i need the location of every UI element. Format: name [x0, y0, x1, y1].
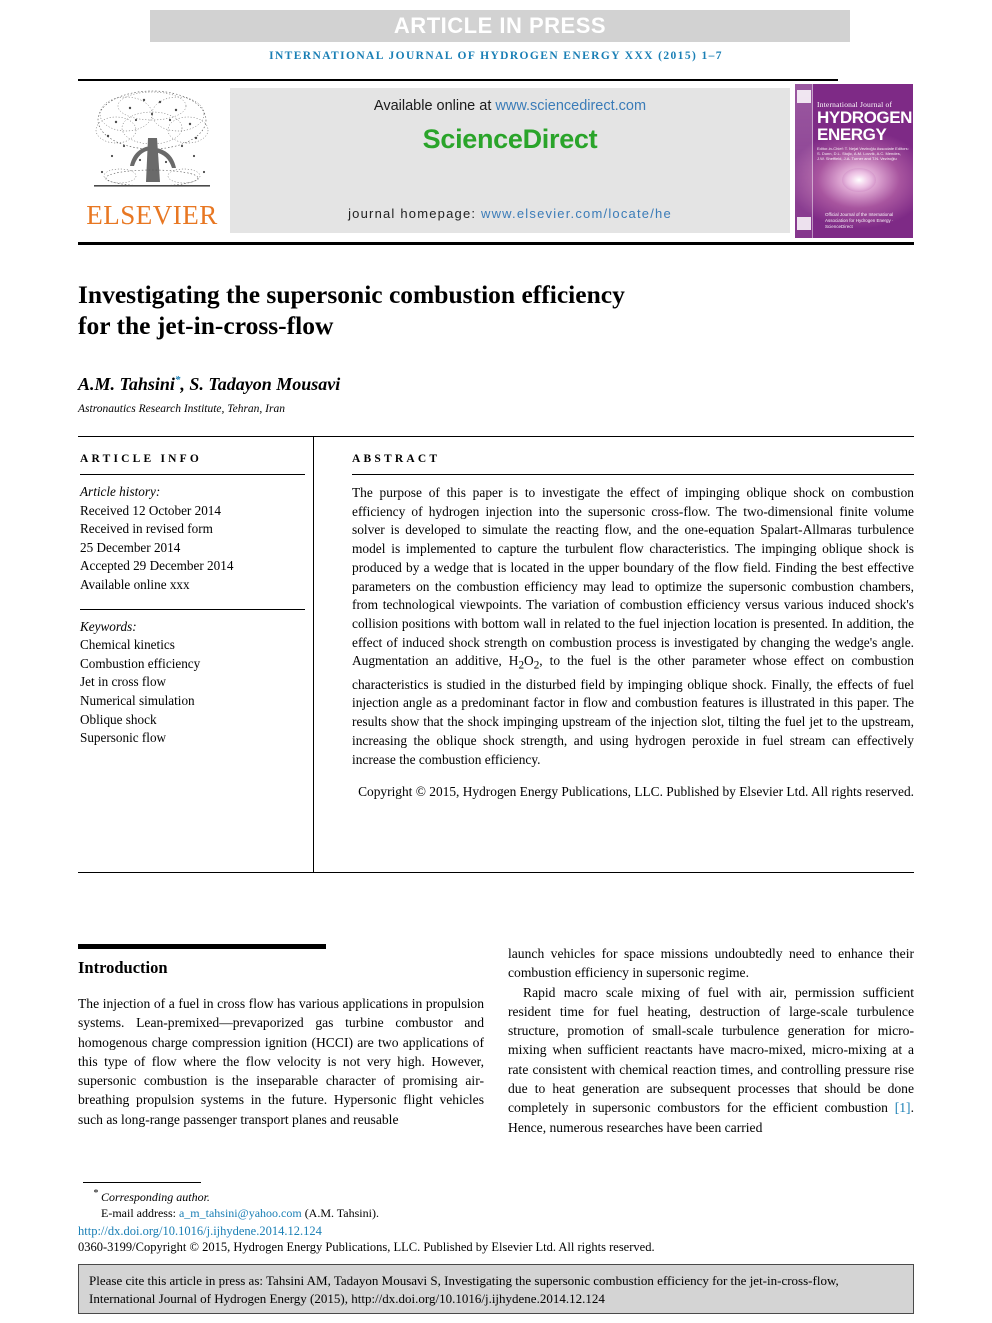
author-primary: A.M. Tahsini — [78, 374, 175, 394]
journal-reference-line: INTERNATIONAL JOURNAL OF HYDROGEN ENERGY… — [269, 50, 723, 62]
elsevier-tree-icon — [94, 90, 210, 187]
sciencedirect-url-link[interactable]: www.sciencedirect.com — [495, 98, 646, 114]
author-list: A.M. Tahsini*, S. Tadayon Mousavi — [78, 374, 818, 395]
introduction-paragraph-left: The injection of a fuel in cross flow ha… — [78, 996, 484, 1127]
abstract-text: The purpose of this paper is to investig… — [352, 484, 914, 769]
masthead-bottom-rule — [78, 242, 914, 245]
citation-link-1[interactable]: [1] — [895, 1100, 911, 1115]
info-abstract-divider — [313, 436, 314, 873]
email-link[interactable]: a_m_tahsini@yahoo.com — [179, 1206, 302, 1220]
masthead: ELSEVIER Available online at www.science… — [78, 84, 914, 238]
history-item-accepted: Accepted 29 December 2014 — [80, 558, 234, 574]
footnote-block: * Corresponding author. E-mail address: … — [83, 1186, 783, 1221]
doi-link[interactable]: http://dx.doi.org/10.1016/j.ijhydene.201… — [78, 1224, 878, 1239]
journal-cover-thumbnail[interactable]: International Journal of HYDROGEN ENERGY… — [795, 84, 913, 238]
keyword-item: Oblique shock — [80, 711, 157, 727]
cover-footer-note: Official Journal of the International As… — [825, 212, 894, 229]
sciencedirect-logo[interactable]: ScienceDirect — [230, 124, 790, 155]
keywords-rule — [80, 608, 305, 610]
keyword-item: Chemical kinetics — [80, 637, 175, 653]
formula-h: H — [508, 653, 519, 669]
abstract-column: ABSTRACT The purpose of this paper is to… — [352, 453, 914, 815]
cover-main-title: HYDROGEN ENERGY — [817, 108, 913, 144]
issn-copyright-line: 0360-3199/Copyright © 2015, Hydrogen Ene… — [78, 1240, 655, 1254]
keywords-label: Keywords: — [80, 618, 137, 634]
introduction-heading: Introduction — [78, 958, 168, 977]
history-item-revised-form: Received in revised form — [80, 521, 213, 537]
elsevier-wordmark: ELSEVIER — [86, 200, 218, 230]
article-in-press-label: ARTICLE IN PRESS — [393, 13, 607, 38]
info-section-top-rule — [78, 436, 914, 437]
paper-title-line1: Investigating the supersonic combustion … — [78, 280, 625, 310]
article-info-column: ARTICLE INFO Article history: Received 1… — [80, 453, 305, 748]
introduction-paragraph-right-2: Rapid macro scale mixing of fuel with ai… — [508, 983, 914, 1137]
journal-homepage-prefix: journal homepage: — [348, 206, 481, 221]
keyword-item: Numerical simulation — [80, 692, 195, 708]
introduction-section-bar — [78, 944, 326, 949]
available-online-line: Available online at www.sciencedirect.co… — [230, 98, 790, 114]
iahe-logo-top-icon — [797, 90, 811, 103]
email-suffix: (A.M. Tahsini). — [301, 1205, 379, 1220]
article-info-heading: ARTICLE INFO — [80, 453, 203, 465]
abstract-rule — [352, 474, 914, 475]
history-item-revised-date: 25 December 2014 — [80, 539, 181, 555]
iahe-logo-bottom-icon — [797, 217, 811, 230]
intro-right-text-a: Rapid macro scale mixing of fuel with ai… — [508, 984, 914, 1116]
abstract-heading: ABSTRACT — [352, 453, 441, 465]
available-online-prefix: Available online at — [373, 98, 496, 114]
formula-o: O — [524, 653, 534, 669]
footnote-rule — [83, 1182, 201, 1183]
please-cite-text: Please cite this article in press as: Ta… — [89, 1273, 839, 1306]
abstract-part-2: , to the fuel is the other parameter who… — [352, 653, 914, 767]
corresponding-author-text: Corresponding author. — [101, 1190, 210, 1204]
body-column-right: launch vehicles for space missions undou… — [508, 944, 914, 1137]
keyword-item: Jet in cross flow — [80, 674, 167, 690]
history-item-available-online: Available online xxx — [80, 576, 190, 592]
article-history-label: Article history: — [80, 484, 161, 499]
article-info-rule — [80, 474, 305, 475]
page-title: Investigating the supersonic combustion … — [78, 279, 818, 341]
keyword-item: Combustion efficiency — [80, 655, 201, 671]
article-in-press-banner: ARTICLE IN PRESS — [150, 10, 850, 42]
abstract-copyright: Copyright © 2015, Hydrogen Energy Public… — [358, 783, 914, 799]
corresponding-author-star: * — [93, 1188, 98, 1199]
paper-title-line2: for the jet-in-cross-flow — [78, 311, 334, 341]
body-column-left: Introduction The injection of a fuel in … — [78, 944, 484, 1129]
corresponding-author-note: * Corresponding author. — [83, 1186, 783, 1206]
article-history-block: Article history: Received 12 October 201… — [80, 483, 305, 595]
cover-left-strip — [795, 84, 813, 238]
info-section-bottom-rule — [78, 872, 914, 873]
cover-title-hydrogen: HYDROGEN — [817, 108, 913, 127]
history-item-received: Received 12 October 2014 — [80, 502, 221, 518]
abstract-part-1: The purpose of this paper is to investig… — [352, 485, 914, 669]
keyword-item: Supersonic flow — [80, 730, 167, 746]
cover-title-energy: ENERGY — [817, 125, 887, 144]
sciencedirect-banner: Available online at www.sciencedirect.co… — [230, 88, 790, 233]
cover-glow-decoration — [842, 168, 876, 192]
masthead-top-rule — [78, 79, 838, 81]
email-label: E-mail address: — [101, 1205, 179, 1220]
keywords-block: Keywords: Chemical kinetics Combustion e… — [80, 618, 305, 748]
please-cite-box: Please cite this article in press as: Ta… — [78, 1264, 914, 1314]
email-address-row: E-mail address: a_m_tahsini@yahoo.com (A… — [83, 1206, 783, 1222]
author-secondary: , S. Tadayon Mousavi — [180, 374, 341, 394]
cover-editors-text: Editor-in-Chief: T. Nejat Veziroğlu Asso… — [817, 146, 909, 161]
elsevier-logo: ELSEVIER — [78, 84, 226, 238]
journal-homepage-line: journal homepage: www.elsevier.com/locat… — [230, 206, 790, 221]
journal-homepage-link[interactable]: www.elsevier.com/locate/he — [481, 206, 672, 221]
affiliation: Astronautics Research Institute, Tehran,… — [78, 403, 285, 415]
introduction-paragraph-right-1: launch vehicles for space missions undou… — [508, 946, 914, 981]
